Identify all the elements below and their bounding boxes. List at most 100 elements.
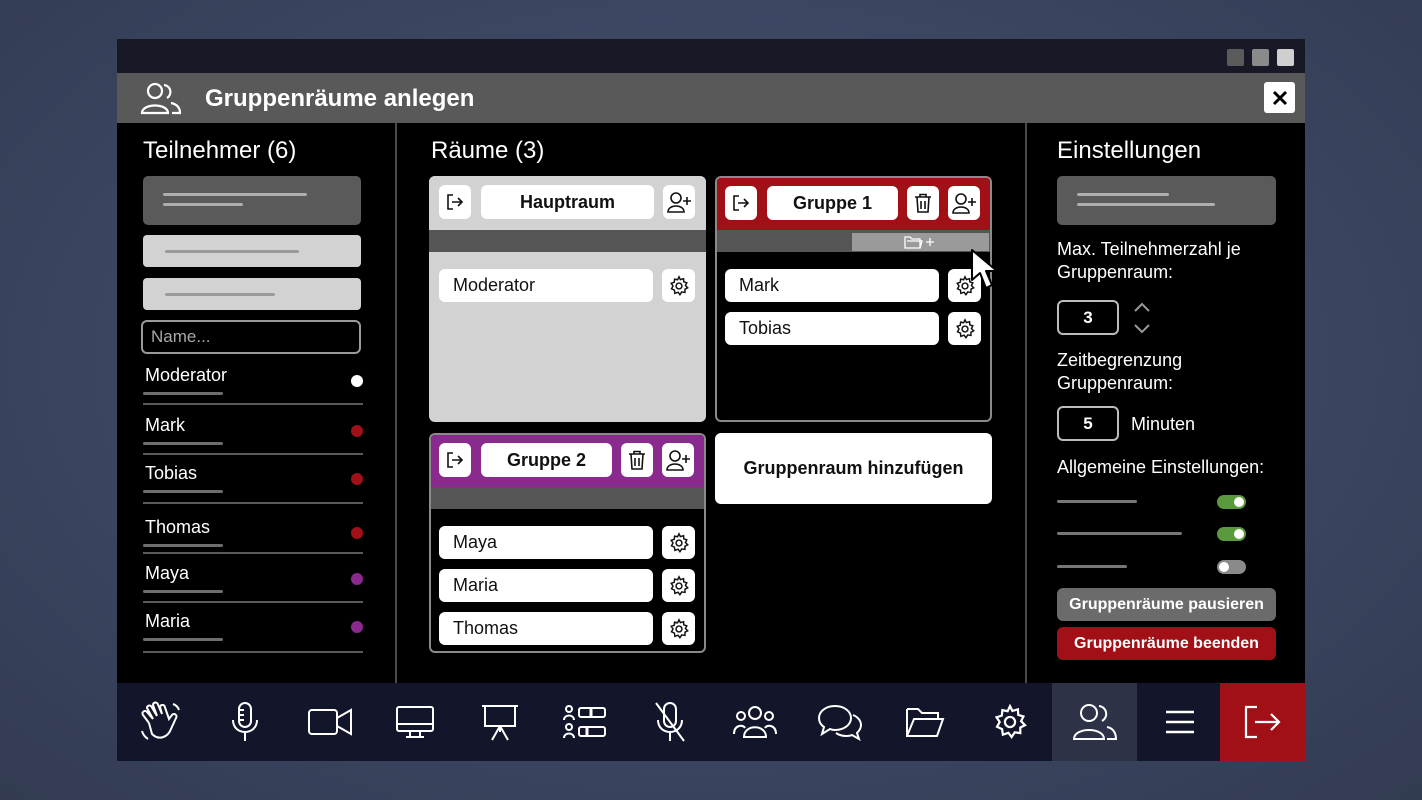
enter-room-icon xyxy=(447,194,464,210)
participants-option-2[interactable] xyxy=(143,278,361,310)
settings-panel: Einstellungen Max. Teilnehmerzahl je Gru… xyxy=(1027,123,1305,683)
close-icon xyxy=(1272,90,1287,105)
window-minimize-button[interactable] xyxy=(1227,49,1244,66)
member-settings-button[interactable] xyxy=(662,269,695,302)
add-user-icon xyxy=(952,193,976,214)
room-add-member-button[interactable] xyxy=(662,443,694,477)
participant-name: Tobias xyxy=(145,463,198,483)
status-dot xyxy=(351,573,363,585)
participant-name: Mark xyxy=(145,415,185,435)
camera-icon xyxy=(307,708,352,736)
microphone-icon xyxy=(231,702,258,741)
breakout-rooms-icon xyxy=(1072,704,1117,740)
menu-button[interactable] xyxy=(1137,683,1222,761)
room-name: Gruppe 2 xyxy=(481,443,612,477)
mouse-cursor-icon xyxy=(971,249,998,289)
room-member[interactable]: Tobias xyxy=(725,312,939,345)
member-settings-button[interactable] xyxy=(948,312,981,345)
trash-icon xyxy=(915,193,931,213)
room-join-button[interactable] xyxy=(439,185,471,219)
member-settings-button[interactable] xyxy=(662,612,695,645)
room-delete-button[interactable] xyxy=(907,186,939,220)
breakout-rooms-button[interactable] xyxy=(1052,683,1137,761)
enter-room-icon xyxy=(733,195,750,211)
participants-filter-placeholder[interactable] xyxy=(143,176,361,225)
settings-button[interactable] xyxy=(967,683,1052,761)
general-settings-label: Allgemeine Einstellungen: xyxy=(1057,457,1265,477)
raise-hand-button[interactable] xyxy=(117,683,202,761)
window-close-button[interactable] xyxy=(1277,49,1294,66)
status-dot xyxy=(351,621,363,633)
leave-button[interactable] xyxy=(1220,683,1305,761)
gear-icon xyxy=(955,317,975,339)
participants-heading: Teilnehmer (6) xyxy=(143,137,297,164)
room-add-member-button[interactable] xyxy=(663,185,695,219)
room-join-button[interactable] xyxy=(725,186,757,220)
participant-name: Moderator xyxy=(145,365,228,385)
room-card-hauptraum: Hauptraum Moderator xyxy=(429,176,706,422)
presentation-icon xyxy=(481,705,518,741)
chat-button[interactable] xyxy=(797,683,882,761)
increment-chevron-up-icon[interactable] xyxy=(1132,299,1152,315)
mute-all-button[interactable] xyxy=(627,683,712,761)
end-rooms-button[interactable]: Gruppenräume beenden xyxy=(1057,627,1276,660)
menu-icon xyxy=(1165,710,1194,734)
participants-option-1[interactable] xyxy=(143,235,361,267)
participants-panel: Teilnehmer (6) Moderator Mark Tobias xyxy=(117,123,397,683)
participant-name: Maria xyxy=(145,611,191,631)
screen-share-icon xyxy=(395,706,434,738)
room-member[interactable]: Mark xyxy=(725,269,939,302)
add-room-button[interactable]: Gruppenraum hinzufügen xyxy=(715,433,992,504)
member-settings-button[interactable] xyxy=(662,569,695,602)
participant-item[interactable]: Thomas xyxy=(143,517,363,563)
room-name: Gruppe 1 xyxy=(767,186,898,220)
room-card-gruppe-2: Gruppe 2 Maya Maria Thomas xyxy=(429,433,706,653)
decrement-chevron-down-icon[interactable] xyxy=(1132,321,1152,337)
polls-button[interactable] xyxy=(542,683,627,761)
toggle-switch[interactable] xyxy=(1217,495,1246,509)
member-settings-button[interactable] xyxy=(662,526,695,559)
settings-option-placeholder[interactable] xyxy=(1057,176,1276,225)
participant-search-input[interactable] xyxy=(141,320,361,354)
max-participants-label: Max. Teilnehmerzahl je Gruppenraum: xyxy=(1057,239,1241,282)
rooms-heading: Räume (3) xyxy=(431,137,545,164)
status-dot xyxy=(351,473,363,485)
room-join-button[interactable] xyxy=(439,443,471,477)
time-limit-label: Zeitbegrenzung Gruppenraum: xyxy=(1057,350,1183,393)
toggle-switch[interactable] xyxy=(1217,560,1246,574)
presentation-button[interactable] xyxy=(457,683,542,761)
polls-icon xyxy=(562,705,606,739)
camera-button[interactable] xyxy=(287,683,372,761)
leave-icon xyxy=(1244,705,1281,739)
room-member[interactable]: Moderator xyxy=(439,269,653,302)
screen-share-button[interactable] xyxy=(372,683,457,761)
settings-heading: Einstellungen xyxy=(1057,137,1202,164)
gear-icon xyxy=(669,617,689,639)
raise-hand-icon xyxy=(140,701,180,740)
files-icon xyxy=(905,708,944,737)
room-delete-button[interactable] xyxy=(621,443,653,477)
max-participants-value[interactable]: 3 xyxy=(1057,300,1119,335)
add-user-icon xyxy=(667,192,691,213)
room-member[interactable]: Maya xyxy=(439,526,653,559)
status-dot xyxy=(351,425,363,437)
participant-name: Thomas xyxy=(145,517,211,537)
participants-icon xyxy=(140,82,182,115)
room-member[interactable]: Maria xyxy=(439,569,653,602)
window-maximize-button[interactable] xyxy=(1252,49,1269,66)
chat-icon xyxy=(817,704,862,741)
pause-rooms-button[interactable]: Gruppenräume pausieren xyxy=(1057,588,1276,621)
room-card-gruppe-1: Gruppe 1 Mark Tobias xyxy=(715,176,992,422)
files-button[interactable] xyxy=(882,683,967,761)
time-limit-unit: Minuten xyxy=(1131,414,1196,434)
participants-button[interactable] xyxy=(712,683,797,761)
gear-icon xyxy=(669,574,689,596)
toggle-switch[interactable] xyxy=(1217,527,1246,541)
gear-icon xyxy=(669,531,689,553)
time-limit-value[interactable]: 5 xyxy=(1057,406,1119,441)
room-add-member-button[interactable] xyxy=(948,186,980,220)
room-member[interactable]: Thomas xyxy=(439,612,653,645)
microphone-button[interactable] xyxy=(202,683,287,761)
dialog-close-button[interactable] xyxy=(1264,82,1295,113)
enter-room-icon xyxy=(447,452,464,468)
